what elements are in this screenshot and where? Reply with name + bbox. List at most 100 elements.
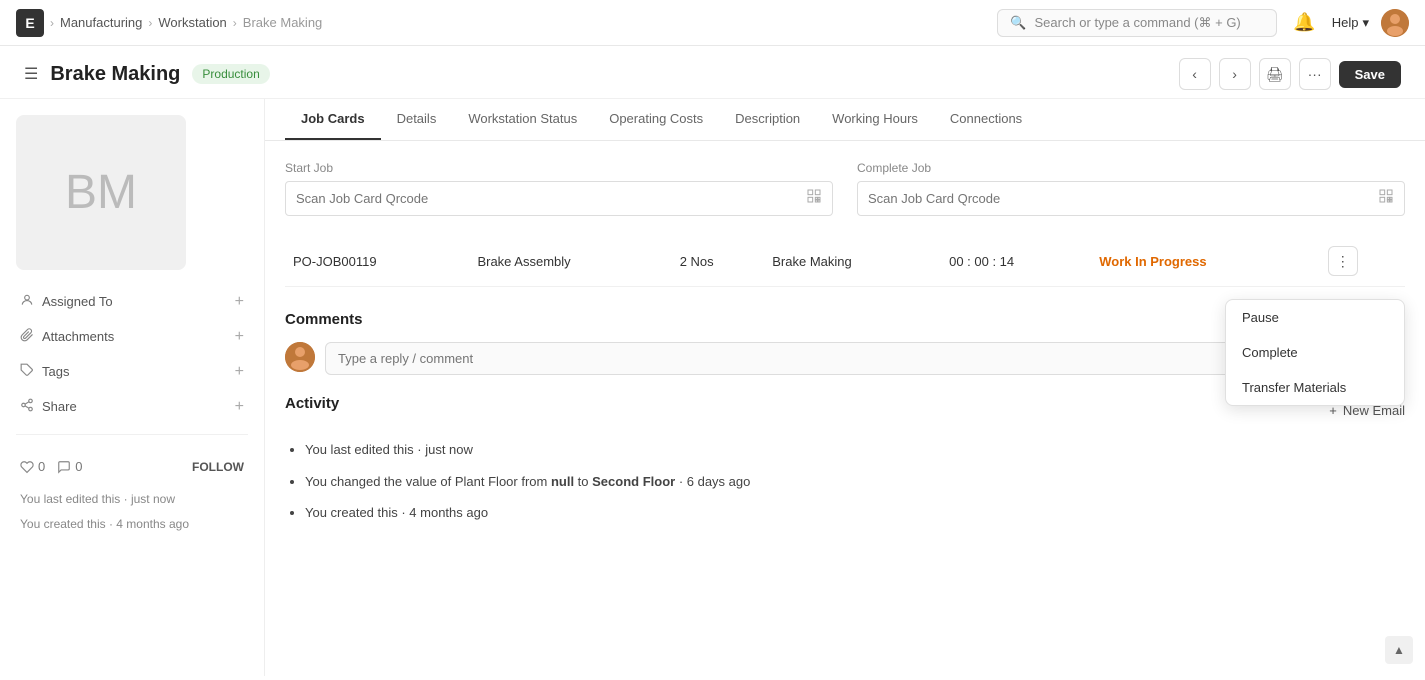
start-job-input[interactable] (296, 191, 798, 206)
next-button[interactable]: › (1219, 58, 1251, 90)
navbar-left: E › Manufacturing › Workstation › Brake … (16, 9, 322, 37)
navbar: E › Manufacturing › Workstation › Brake … (0, 0, 1425, 46)
complete-job-qr-scan-icon[interactable] (1378, 188, 1394, 209)
breadcrumb-sep-1: › (50, 16, 54, 30)
table-row: PO-JOB00119 Brake Assembly 2 Nos Brake M… (285, 236, 1405, 287)
tab-connections[interactable]: Connections (934, 99, 1038, 140)
share-add-icon[interactable]: + (235, 399, 244, 415)
sidebar-activity: You last edited this · just now You crea… (16, 486, 248, 544)
comment-button[interactable]: 0 (57, 459, 82, 474)
search-bar[interactable]: 🔍 Search or type a command (⌘ + G) (997, 9, 1277, 37)
more-options-button[interactable]: ··· (1299, 58, 1331, 90)
sidebar-divider (16, 434, 248, 435)
tab-details[interactable]: Details (381, 99, 453, 140)
activity-list: You last edited this · just now You chan… (285, 440, 1405, 523)
tab-bar: Job Cards Details Workstation Status Ope… (265, 99, 1425, 141)
activity-title: Activity (285, 395, 339, 412)
start-job-qr-scan-icon[interactable] (806, 188, 822, 209)
start-job-qr-input[interactable] (285, 181, 833, 216)
start-job-label: Start Job (285, 161, 833, 175)
job-more-button[interactable]: ⋮ (1328, 246, 1358, 276)
page-header-left: ☰ Brake Making Production (24, 63, 270, 86)
job-status-badge: Work In Progress (1099, 254, 1206, 269)
menu-icon[interactable]: ☰ (24, 64, 38, 84)
list-item: You changed the value of Plant Floor fro… (305, 472, 1405, 492)
like-button[interactable]: 0 (20, 459, 45, 474)
assigned-to-add-icon[interactable]: + (235, 294, 244, 310)
sidebar-item-attachments[interactable]: Attachments + (16, 321, 248, 352)
tags-add-icon[interactable]: + (235, 364, 244, 380)
sidebar-activity-2: You created this · 4 months ago (20, 515, 244, 534)
help-button[interactable]: Help ▾ (1332, 15, 1369, 31)
share-icon (20, 398, 34, 415)
breadcrumb-current: Brake Making (243, 15, 322, 30)
job-workstation: Brake Making (772, 254, 851, 269)
like-count: 0 (38, 459, 45, 474)
complete-job-qr-input[interactable] (857, 181, 1405, 216)
share-label: Share (42, 399, 77, 414)
tab-operating-costs[interactable]: Operating Costs (593, 99, 719, 140)
sidebar-item-attachments-left: Attachments (20, 328, 114, 345)
help-chevron-icon: ▾ (1362, 15, 1369, 31)
tab-workstation-status[interactable]: Workstation Status (452, 99, 593, 140)
avatar[interactable] (1381, 9, 1409, 37)
tab-working-hours[interactable]: Working Hours (816, 99, 934, 140)
sidebar: BM Assigned To + Attachments + (0, 99, 265, 676)
sidebar-item-tags-left: Tags (20, 363, 69, 380)
dropdown-item-transfer[interactable]: Transfer Materials (1226, 370, 1404, 405)
navbar-right: 🔍 Search or type a command (⌘ + G) 🔔 Hel… (997, 8, 1409, 37)
follow-button[interactable]: FOLLOW (192, 460, 244, 474)
job-assembly: Brake Assembly (477, 254, 570, 269)
sidebar-item-share[interactable]: Share + (16, 391, 248, 422)
breadcrumb-manufacturing[interactable]: Manufacturing (60, 15, 142, 30)
complete-job-field: Complete Job (857, 161, 1405, 216)
dropdown-menu: Pause Complete Transfer Materials (1225, 299, 1405, 406)
main-layout: BM Assigned To + Attachments + (0, 99, 1425, 676)
complete-job-input[interactable] (868, 191, 1370, 206)
search-placeholder: Search or type a command (⌘ + G) (1034, 15, 1240, 31)
app-logo[interactable]: E (16, 9, 44, 37)
attachments-icon (20, 328, 34, 345)
page-header-right: ‹ › 🖨 ··· Save (1179, 58, 1401, 90)
notification-button[interactable]: 🔔 (1289, 8, 1319, 37)
attachments-add-icon[interactable]: + (235, 329, 244, 345)
breadcrumb-sep-2: › (148, 16, 152, 30)
list-item: You created this · 4 months ago (305, 503, 1405, 523)
status-badge: Production (192, 64, 269, 84)
assigned-to-label: Assigned To (42, 294, 113, 309)
activity-section: Activity + New Email You last edited thi… (285, 395, 1405, 523)
dropdown-item-complete[interactable]: Complete (1226, 335, 1404, 370)
complete-job-label: Complete Job (857, 161, 1405, 175)
dropdown-item-pause[interactable]: Pause (1226, 300, 1404, 335)
tab-description[interactable]: Description (719, 99, 816, 140)
job-table: PO-JOB00119 Brake Assembly 2 Nos Brake M… (285, 236, 1405, 287)
breadcrumb-workstation[interactable]: Workstation (158, 15, 226, 30)
save-button[interactable]: Save (1339, 61, 1401, 88)
sidebar-item-assigned-to[interactable]: Assigned To + (16, 286, 248, 317)
sidebar-item-tags[interactable]: Tags + (16, 356, 248, 387)
search-icon: 🔍 (1010, 15, 1026, 31)
page-header: ☰ Brake Making Production ‹ › 🖨 ··· Save (0, 46, 1425, 99)
prev-button[interactable]: ‹ (1179, 58, 1211, 90)
scroll-up-button[interactable]: ▲ (1385, 636, 1413, 664)
tab-job-cards[interactable]: Job Cards (285, 99, 381, 140)
tags-icon (20, 363, 34, 380)
start-job-field: Start Job (285, 161, 833, 216)
breadcrumb-sep-3: › (233, 16, 237, 30)
assigned-to-icon (20, 293, 34, 310)
tab-content-job-cards: Start Job Complete Job (265, 141, 1425, 555)
job-card-scan-row: Start Job Complete Job (285, 161, 1405, 216)
sidebar-item-assigned-to-left: Assigned To (20, 293, 113, 310)
help-label: Help (1332, 15, 1359, 30)
print-button[interactable]: 🖨 (1259, 58, 1291, 90)
page-title: Brake Making (50, 63, 180, 86)
document-avatar: BM (16, 115, 186, 270)
job-id: PO-JOB00119 (293, 254, 377, 269)
tags-label: Tags (42, 364, 69, 379)
sidebar-activity-1: You last edited this · just now (20, 490, 244, 509)
sidebar-item-share-left: Share (20, 398, 77, 415)
comment-avatar (285, 342, 315, 372)
sidebar-actions: 0 0 FOLLOW (16, 451, 248, 482)
comments-count: 0 (75, 459, 82, 474)
job-timer: 00 : 00 : 14 (949, 254, 1014, 269)
